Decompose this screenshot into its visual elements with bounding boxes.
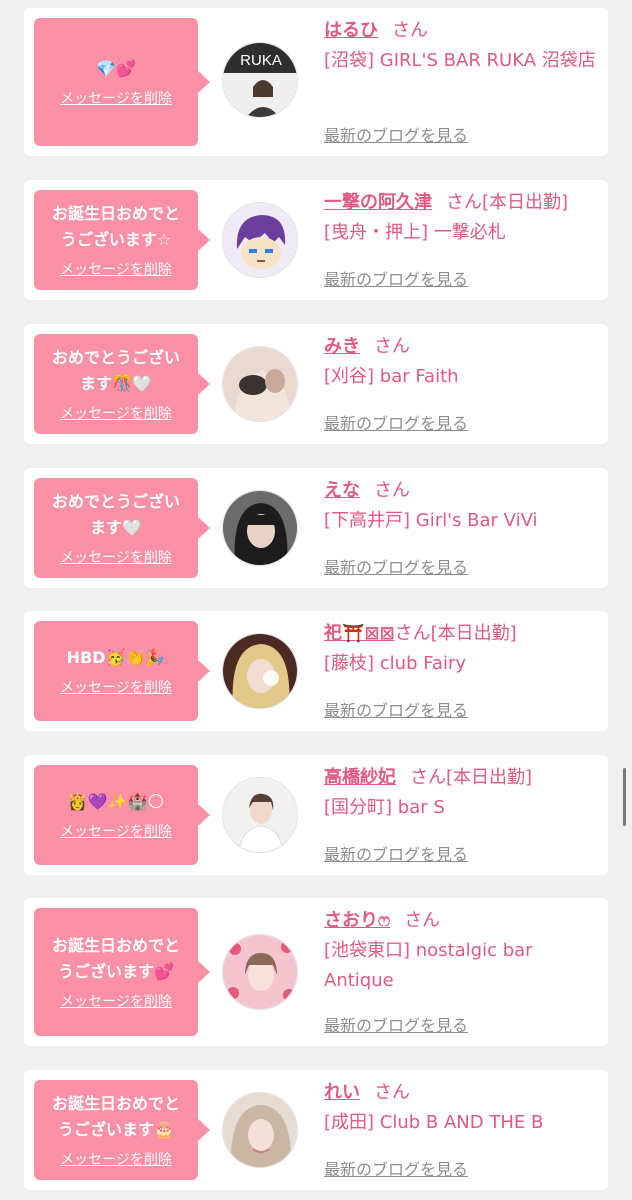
delete-message-link[interactable]: メッセージを削除 <box>60 88 172 108</box>
list-item: お誕生日おめでと うございます💕 メッセージを削除 さおりෆ さん [池袋東口] … <box>24 898 608 1046</box>
list-item: おめでとうござい ます🎊🤍 メッセージを削除 みき さん [刈谷] bar Fai… <box>24 324 608 444</box>
user-suffix: さん <box>374 480 410 501</box>
scrollbar-thumb[interactable] <box>623 768 626 826</box>
list-item: お誕生日おめでと うございます☆ メッセージを削除 一撃の阿久津 さん[本日出勤]… <box>24 180 608 300</box>
shop-label: [下高井戸] Girl's Bar ViVi <box>324 510 538 531</box>
message-bubble: 💎💕 メッセージを削除 <box>34 18 210 146</box>
user-suffix: さん[本日出勤] <box>446 192 569 213</box>
shop-label: [国分町] bar S <box>324 797 445 818</box>
view-blog-link[interactable]: 最新のブログを見る <box>324 841 468 865</box>
message-text: おめでとうござい ます🤍 <box>51 492 180 537</box>
user-name-link[interactable]: 祀⛩️⊠⊠ <box>324 623 395 644</box>
avatar[interactable] <box>222 1092 298 1168</box>
message-bubble: お誕生日おめでと うございます🎂 メッセージを削除 <box>34 1080 210 1180</box>
shop-label: [成田] Club B AND THE B <box>324 1112 544 1133</box>
shop-label: [刈谷] bar Faith <box>324 366 459 387</box>
message-text: HBD🥳👏🎉 <box>66 648 166 667</box>
view-blog-link[interactable]: 最新のブログを見る <box>324 554 468 578</box>
avatar[interactable] <box>222 346 298 422</box>
avatar[interactable]: RUKA <box>222 42 298 118</box>
user-name-link[interactable]: はるひ <box>324 20 378 41</box>
delete-message-link[interactable]: メッセージを削除 <box>60 821 172 841</box>
user-suffix: さん <box>404 910 441 931</box>
user-suffix: さん[本日出勤] <box>410 767 533 788</box>
delete-message-link[interactable]: メッセージを削除 <box>60 547 172 567</box>
user-suffix: さん <box>374 1082 410 1103</box>
message-bubble: 👸💜✨🏰🌕 メッセージを削除 <box>34 765 210 865</box>
message-bubble: おめでとうござい ます🎊🤍 メッセージを削除 <box>34 334 210 434</box>
message-text: お誕生日おめでと うございます💕 <box>51 936 180 981</box>
svg-text:RUKA: RUKA <box>240 52 282 69</box>
info-block: はるひ さん [沼袋] GIRL'S BAR RUKA 沼袋店 <box>324 18 598 76</box>
user-name-link[interactable]: さおりෆ <box>324 910 390 931</box>
view-blog-link[interactable]: 最新のブログを見る <box>324 697 468 721</box>
message-text: お誕生日おめでと うございます🎂 <box>51 1094 180 1139</box>
message-text: 💎💕 <box>96 59 136 78</box>
delete-message-link[interactable]: メッセージを削除 <box>60 677 172 697</box>
message-bubble: お誕生日おめでと うございます☆ メッセージを削除 <box>34 190 210 290</box>
view-blog-link[interactable]: 最新のブログを見る <box>324 1156 468 1180</box>
shop-label: [曳舟・押上] 一撃必札 <box>324 222 506 243</box>
shop-label: [藤枝] club Fairy <box>324 653 467 674</box>
list-item: HBD🥳👏🎉 メッセージを削除 祀⛩️⊠⊠さん[本日出勤] [藤枝] club … <box>24 611 608 731</box>
user-suffix: さん <box>392 20 428 41</box>
message-text: 👸💜✨🏰🌕 <box>67 792 165 811</box>
view-blog-link[interactable]: 最新のブログを見る <box>324 410 468 434</box>
avatar[interactable] <box>222 777 298 853</box>
user-name-link[interactable]: えな <box>324 480 360 501</box>
user-suffix: さん[本日出勤] <box>394 623 517 644</box>
view-blog-link[interactable]: 最新のブログを見る <box>324 266 468 290</box>
message-text: お誕生日おめでと うございます☆ <box>51 204 180 249</box>
delete-message-link[interactable]: メッセージを削除 <box>60 1149 172 1169</box>
avatar[interactable] <box>222 202 298 278</box>
user-suffix: さん <box>374 336 410 357</box>
user-name-link[interactable]: 高橋紗妃 <box>324 767 396 788</box>
delete-message-link[interactable]: メッセージを削除 <box>60 991 172 1011</box>
delete-message-link[interactable]: メッセージを削除 <box>60 259 172 279</box>
message-bubble: おめでとうござい ます🤍 メッセージを削除 <box>34 478 210 578</box>
shop-label: [池袋東口] nostalgic bar Antique <box>324 940 533 991</box>
message-bubble: HBD🥳👏🎉 メッセージを削除 <box>34 621 210 721</box>
delete-message-link[interactable]: メッセージを削除 <box>60 403 172 423</box>
avatar[interactable] <box>222 934 298 1010</box>
user-name-link[interactable]: れい <box>324 1082 360 1103</box>
shop-label: [沼袋] GIRL'S BAR RUKA 沼袋店 <box>324 50 596 71</box>
message-bubble: お誕生日おめでと うございます💕 メッセージを削除 <box>34 908 210 1036</box>
list-item: 👸💜✨🏰🌕 メッセージを削除 高橋紗妃 さん[本日出勤] [国分町] bar S … <box>24 755 608 875</box>
user-name-link[interactable]: 一撃の阿久津 <box>324 192 432 213</box>
user-name-link[interactable]: みき <box>324 336 360 357</box>
view-blog-link[interactable]: 最新のブログを見る <box>324 122 468 146</box>
avatar[interactable] <box>222 490 298 566</box>
list-item: お誕生日おめでと うございます🎂 メッセージを削除 れい さん [成田] Club… <box>24 1070 608 1190</box>
list-item: 💎💕 メッセージを削除 RUKA はるひ さん [沼袋] GIRL'S BAR R… <box>24 8 608 156</box>
avatar[interactable] <box>222 633 298 709</box>
view-blog-link[interactable]: 最新のブログを見る <box>324 1012 468 1036</box>
list-item: おめでとうござい ます🤍 メッセージを削除 えな さん [下高井戸] Girl's… <box>24 468 608 588</box>
message-text: おめでとうござい ます🎊🤍 <box>51 348 180 393</box>
